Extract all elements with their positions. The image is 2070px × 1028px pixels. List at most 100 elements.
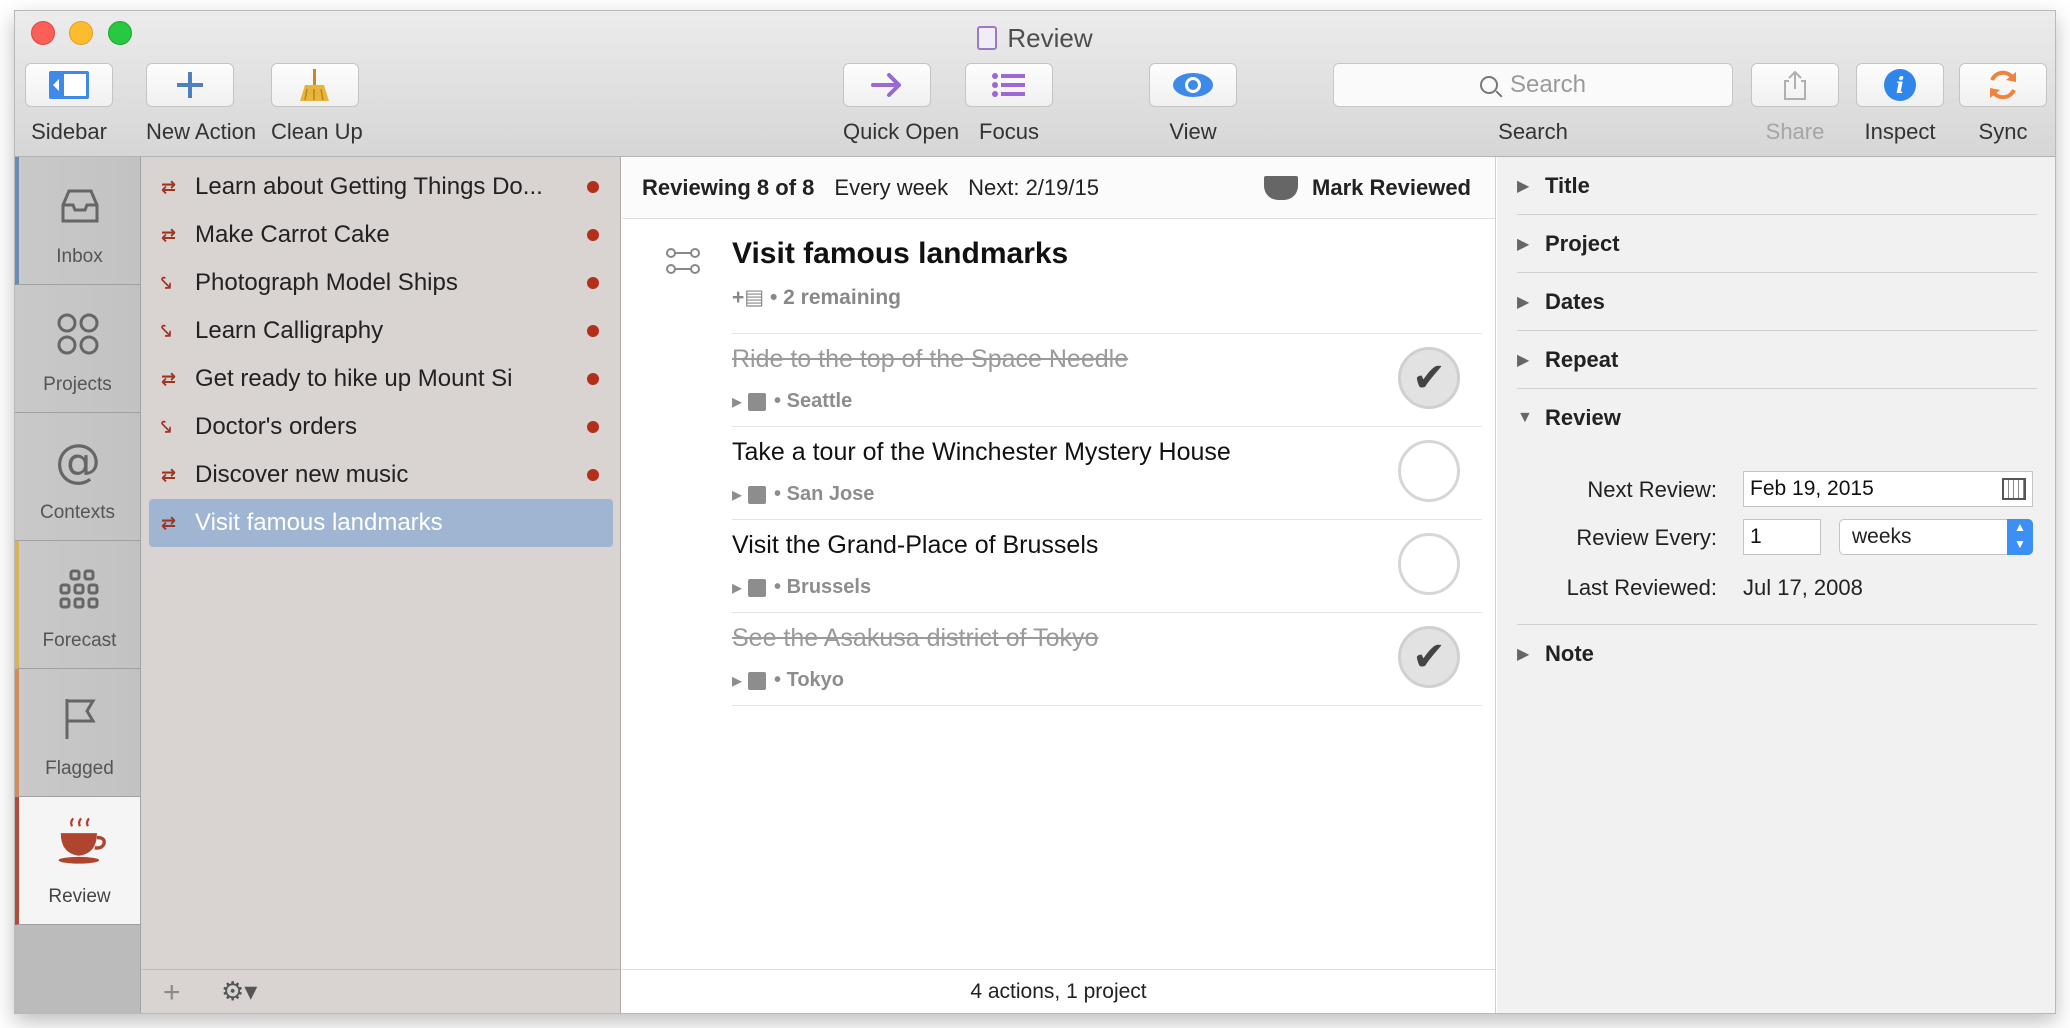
- share-button[interactable]: [1751, 63, 1839, 107]
- project-name: Learn about Getting Things Do...: [195, 173, 543, 200]
- project-name: Make Carrot Cake: [195, 221, 390, 248]
- coffee-cup-icon: [58, 817, 106, 864]
- parallel-project-icon: ⇄: [161, 176, 177, 197]
- inspect-button[interactable]: i: [1856, 63, 1944, 107]
- status-footer: 4 actions, 1 project: [622, 969, 1495, 1013]
- task-meta: ▸ • Tokyo: [732, 668, 844, 693]
- app-window: Review Sidebar New Action Clean Up Quick…: [14, 10, 2056, 1014]
- sidebar-project-row[interactable]: ⇄ Discover new music: [149, 451, 613, 499]
- perspective-contexts-label: Contexts: [40, 502, 115, 523]
- add-project-icon[interactable]: +: [163, 976, 181, 1010]
- next-review-value: Feb 19, 2015: [1750, 477, 1874, 500]
- task-row[interactable]: Visit the Grand-Place of Brussels ▸ • Bru…: [732, 519, 1482, 611]
- svg-text:@: @: [55, 439, 101, 485]
- sidebar-project-row[interactable]: ⇄ Learn about Getting Things Do...: [149, 163, 613, 211]
- toolbar: Review Sidebar New Action Clean Up Quick…: [15, 11, 2055, 157]
- share-toolbar-item[interactable]: Share: [1751, 63, 1839, 145]
- section-label: Repeat: [1545, 346, 1619, 372]
- sidebar-toolbar-item[interactable]: Sidebar: [25, 63, 113, 145]
- sequential-project-icon: ⤥: [161, 416, 172, 437]
- task-row[interactable]: Take a tour of the Winchester Mystery Ho…: [732, 426, 1482, 518]
- task-checkbox-completed[interactable]: ✔: [1398, 626, 1460, 688]
- sidebar-icon: [49, 71, 89, 99]
- add-note-icon: +▤: [732, 286, 770, 309]
- sidebar-project-row[interactable]: ⤥ Doctor's orders: [149, 403, 613, 451]
- disclosure-triangle-icon[interactable]: ▶: [1517, 176, 1545, 196]
- review-unit-select[interactable]: weeks ▲ ▼: [1839, 519, 2033, 555]
- new-action-button[interactable]: [146, 63, 234, 107]
- mark-reviewed-button[interactable]: Mark Reviewed: [1264, 175, 1471, 201]
- review-every-field[interactable]: 1: [1743, 519, 1821, 555]
- task-row[interactable]: Ride to the top of the Space Needle ▸ • S…: [732, 333, 1482, 425]
- perspective-contexts[interactable]: @ Contexts: [15, 413, 140, 541]
- inspector-section-note[interactable]: ▶ Note: [1517, 624, 2037, 682]
- new-action-toolbar-item[interactable]: New Action: [146, 63, 256, 145]
- disclosure-triangle-icon[interactable]: ▶: [1517, 350, 1545, 370]
- inspect-toolbar-item[interactable]: i Inspect: [1856, 63, 1944, 145]
- inspector-section-repeat[interactable]: ▶ Repeat: [1517, 331, 2037, 389]
- sidebar-button[interactable]: [25, 63, 113, 107]
- task-name[interactable]: Take a tour of the Winchester Mystery Ho…: [732, 438, 1231, 467]
- window-title-text: Review: [1007, 23, 1093, 53]
- calendar-icon[interactable]: [2002, 478, 2026, 500]
- sidebar-project-row[interactable]: ⤥ Photograph Model Ships: [149, 259, 613, 307]
- task-name[interactable]: Visit the Grand-Place of Brussels: [732, 531, 1098, 560]
- view-toolbar-item[interactable]: View: [1149, 63, 1237, 145]
- sidebar-project-row[interactable]: ⤥ Learn Calligraphy: [149, 307, 613, 355]
- disclosure-icon[interactable]: ▸: [732, 575, 742, 600]
- chevron-updown-icon: ▲ ▼: [2007, 519, 2033, 555]
- perspective-flagged[interactable]: Flagged: [15, 669, 140, 797]
- sidebar-project-row-selected[interactable]: ⇄ Visit famous landmarks: [149, 499, 613, 547]
- sidebar-project-row[interactable]: ⇄ Get ready to hike up Mount Si: [149, 355, 613, 403]
- next-review-field[interactable]: Feb 19, 2015: [1743, 471, 2033, 507]
- disclosure-icon[interactable]: ▸: [732, 668, 742, 693]
- sync-button[interactable]: [1959, 63, 2047, 107]
- inspector-section-review[interactable]: ▼ Review: [1517, 389, 2037, 447]
- section-label: Project: [1545, 230, 1620, 256]
- disclosure-icon[interactable]: ▸: [732, 482, 742, 507]
- inspector-section-project[interactable]: ▶ Project: [1517, 215, 2037, 273]
- next-review-label: Next Review:: [1587, 477, 1717, 502]
- perspective-projects[interactable]: Projects: [15, 285, 140, 413]
- note-icon: [748, 671, 767, 690]
- task-checkbox-completed[interactable]: ✔: [1398, 347, 1460, 409]
- disclosure-triangle-expanded-icon[interactable]: ▼: [1517, 409, 1545, 427]
- task-name[interactable]: See the Asakusa district of Tokyo: [732, 624, 1098, 653]
- perspective-review[interactable]: Review: [15, 797, 140, 925]
- perspective-forecast[interactable]: Forecast: [15, 541, 140, 669]
- share-icon: [1784, 70, 1806, 100]
- inspect-label: Inspect: [1864, 119, 1936, 144]
- review-interval: Every week: [834, 174, 949, 200]
- clean-up-toolbar-item[interactable]: Clean Up: [271, 63, 363, 145]
- search-input[interactable]: Search: [1333, 63, 1733, 107]
- quick-open-button[interactable]: [843, 63, 931, 107]
- inspector-section-title[interactable]: ▶ Title: [1517, 157, 2037, 215]
- disclosure-triangle-icon[interactable]: ▶: [1517, 644, 1545, 664]
- clean-up-button[interactable]: [271, 63, 359, 107]
- due-dot: [587, 277, 599, 289]
- note-icon: [748, 485, 767, 504]
- view-button[interactable]: [1149, 63, 1237, 107]
- disclosure-triangle-icon[interactable]: ▶: [1517, 292, 1545, 312]
- sidebar-project-row[interactable]: ⇄ Make Carrot Cake: [149, 211, 613, 259]
- focus-button[interactable]: [965, 63, 1053, 107]
- project-remaining: +▤ • 2 remaining: [732, 285, 1068, 310]
- task-checkbox[interactable]: [1398, 533, 1460, 595]
- perspective-inbox[interactable]: Inbox: [15, 157, 140, 285]
- quick-open-toolbar-item[interactable]: Quick Open: [843, 63, 959, 145]
- info-icon: i: [1884, 69, 1916, 101]
- task-checkbox[interactable]: [1398, 440, 1460, 502]
- note-icon: [748, 578, 767, 597]
- inspector-section-dates[interactable]: ▶ Dates: [1517, 273, 2037, 331]
- task-name[interactable]: Ride to the top of the Space Needle: [732, 345, 1128, 374]
- document-icon: [977, 26, 998, 50]
- view-label: View: [1169, 119, 1217, 144]
- disclosure-icon[interactable]: ▸: [732, 389, 742, 414]
- task-row[interactable]: See the Asakusa district of Tokyo ▸ • Tok…: [732, 612, 1482, 704]
- note-icon: [748, 392, 767, 411]
- disclosure-triangle-icon[interactable]: ▶: [1517, 234, 1545, 254]
- gear-icon[interactable]: ⚙︎▾: [221, 976, 257, 1007]
- project-title[interactable]: Visit famous landmarks: [732, 237, 1068, 271]
- sync-toolbar-item[interactable]: Sync: [1959, 63, 2047, 145]
- focus-toolbar-item[interactable]: Focus: [965, 63, 1053, 145]
